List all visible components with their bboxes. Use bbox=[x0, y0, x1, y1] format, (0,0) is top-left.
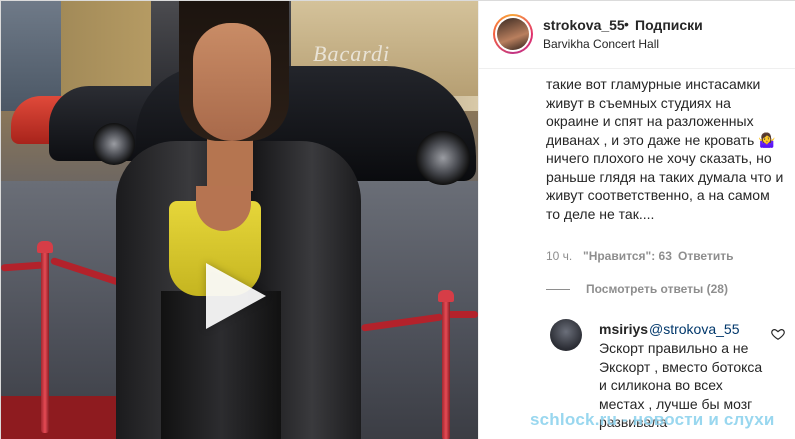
background-sky bbox=[1, 1, 61, 111]
stanchion-post bbox=[442, 293, 450, 439]
reply-mention[interactable]: @strokova_55 bbox=[649, 321, 739, 337]
post-header: strokova_55 • Подписки Barvikha Concert … bbox=[479, 1, 795, 69]
avatar[interactable] bbox=[493, 14, 533, 54]
avatar-image bbox=[497, 18, 529, 50]
watermark: schlock.ru - новости и слухи bbox=[530, 410, 775, 429]
brand-sign: Bacardi bbox=[313, 41, 391, 66]
likes-count[interactable]: "Нравится": 63 bbox=[583, 249, 672, 263]
car-wheel bbox=[416, 131, 470, 185]
avatar-border bbox=[495, 16, 531, 52]
play-button[interactable] bbox=[196, 256, 276, 336]
location-link[interactable]: Barvikha Concert Hall bbox=[543, 37, 659, 51]
reply-username[interactable]: msiriys bbox=[599, 321, 648, 337]
comment-time: 10 ч. bbox=[546, 249, 573, 263]
velvet-rope bbox=[447, 311, 478, 318]
reply-avatar[interactable] bbox=[550, 319, 582, 351]
view-replies-button[interactable]: Посмотреть ответы (28) bbox=[586, 282, 728, 296]
car-wheel bbox=[93, 123, 135, 165]
heart-icon[interactable] bbox=[771, 327, 785, 341]
comments-panel: strokova_55 • Подписки Barvikha Concert … bbox=[478, 1, 795, 439]
separator-dot: • bbox=[624, 16, 629, 32]
following-button[interactable]: Подписки bbox=[635, 17, 703, 33]
stanchion-post bbox=[41, 243, 49, 433]
post-frame: Bacardi strokova_55 • Подписки Barvikha … bbox=[0, 0, 795, 439]
author-username[interactable]: strokova_55 bbox=[543, 17, 625, 33]
comment-text: такие вот гламурные инстасамки живут в с… bbox=[546, 76, 784, 222]
person-face bbox=[193, 23, 271, 141]
reply-button[interactable]: Ответить bbox=[678, 249, 733, 263]
stanchion-top bbox=[37, 241, 53, 253]
stanchion-top bbox=[438, 290, 454, 302]
replies-divider bbox=[546, 289, 570, 290]
video-panel[interactable]: Bacardi bbox=[1, 1, 478, 439]
